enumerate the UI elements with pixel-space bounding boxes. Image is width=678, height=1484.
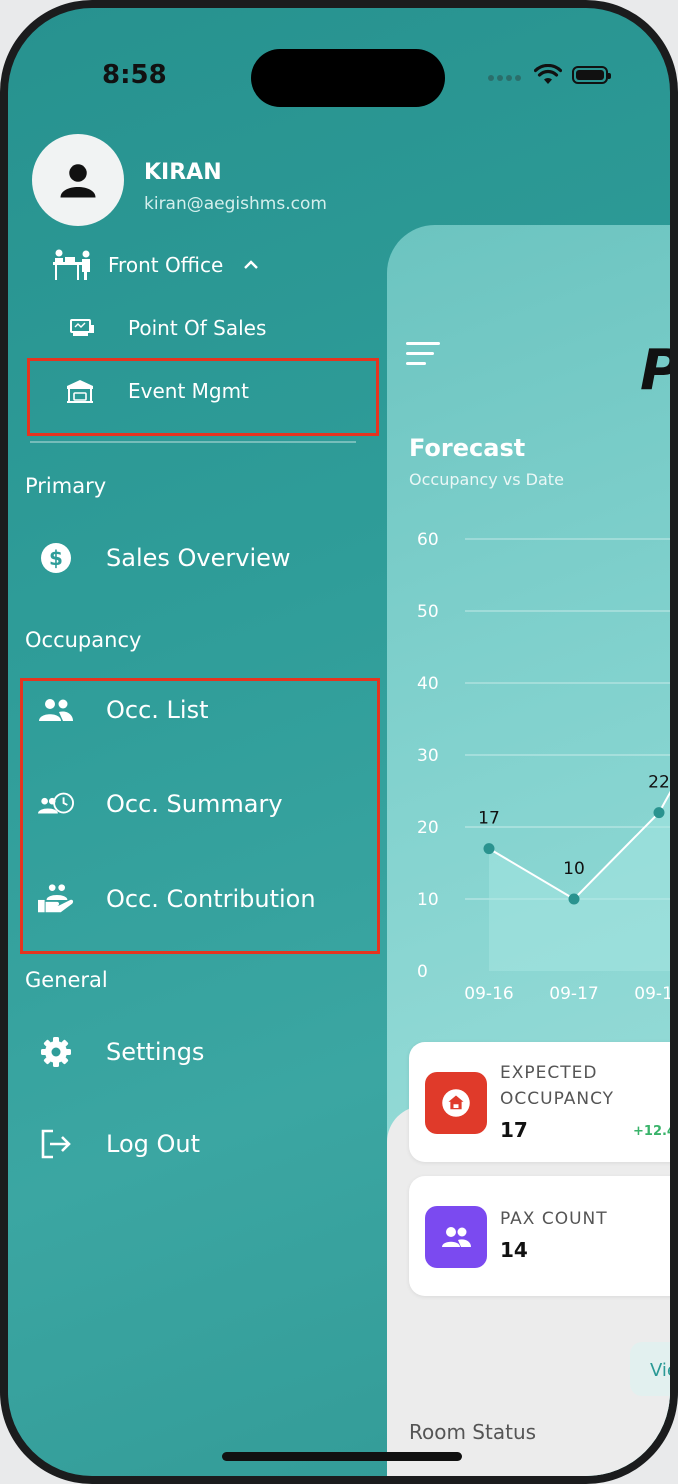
hamburger-menu-icon[interactable] (406, 342, 440, 368)
divider (30, 441, 356, 443)
data-label: 17 (478, 809, 500, 829)
user-name: KIRAN (144, 160, 222, 185)
screen: P Forecast Occupancy vs Date 0 10 20 30 40 50… (8, 8, 670, 1476)
gear-icon (39, 1036, 73, 1068)
y-tick-label: 50 (417, 602, 439, 622)
y-tick-label: 10 (417, 890, 439, 910)
data-point (483, 843, 495, 855)
wifi-icon (534, 64, 562, 84)
y-tick-label: 40 (417, 674, 439, 694)
dynamic-island (251, 49, 445, 107)
section-primary: Primary (25, 474, 107, 498)
x-tick-label: 09-17 (549, 984, 598, 1004)
menu-point-of-sales[interactable]: Point Of Sales (68, 316, 266, 340)
status-icons (488, 64, 611, 86)
view-button[interactable]: Vie (630, 1342, 670, 1396)
home-icon (425, 1072, 487, 1134)
section-general: General (25, 968, 108, 992)
highlight-box-occupancy (20, 678, 380, 954)
card-label: PAX COUNT (500, 1209, 608, 1229)
battery-icon (572, 66, 611, 84)
phone-frame: P Forecast Occupancy vs Date 0 10 20 30 40 50… (0, 0, 678, 1484)
log-out-label: Log Out (106, 1130, 201, 1158)
data-point (568, 893, 580, 905)
x-tick-label: 09-16 (464, 984, 513, 1004)
front-office-label: Front Office (108, 253, 224, 277)
sales-overview-label: Sales Overview (106, 544, 291, 572)
card-value: 14 (500, 1238, 528, 1262)
card-delta: +12.4 (633, 1124, 670, 1139)
menu-settings[interactable]: Settings (39, 1036, 204, 1068)
logout-icon (39, 1128, 73, 1160)
y-tick-label: 60 (417, 530, 439, 550)
data-label: 10 (563, 859, 585, 879)
pos-terminal-icon (68, 317, 96, 339)
forecast-subtitle: Occupancy vs Date (409, 470, 564, 489)
forecast-chart: 0 10 20 30 40 50 60 17 09-16 10 09-17 22 09-18 (417, 530, 670, 1004)
card-label: EXPECTED (500, 1063, 598, 1083)
front-desk-icon (48, 248, 96, 282)
brand-logo: P (640, 338, 670, 403)
forecast-title: Forecast (409, 434, 526, 462)
dollar-icon: $ (39, 542, 73, 574)
point-of-sales-label: Point Of Sales (128, 316, 267, 340)
home-indicator (222, 1452, 462, 1461)
card-value: 17 (500, 1118, 528, 1142)
menu-sales-overview[interactable]: $ Sales Overview (39, 542, 291, 574)
status-time: 8:58 (102, 60, 167, 90)
highlight-box-event-mgmt (27, 358, 379, 436)
user-email: kiran@aegishms.com (144, 194, 327, 214)
y-tick-label: 20 (417, 818, 439, 838)
data-label: 22 (648, 773, 670, 793)
svg-text:$: $ (49, 546, 63, 570)
series-area (489, 792, 670, 971)
x-tick-label: 09-18 (634, 984, 670, 1004)
user-icon (60, 164, 96, 198)
menu-log-out[interactable]: Log Out (39, 1128, 200, 1160)
y-tick-label: 0 (417, 962, 428, 982)
menu-front-office[interactable]: Front Office (48, 248, 259, 282)
expected-occupancy-card[interactable]: EXPECTED OCCUPANCY 17 +12.4 (409, 1042, 670, 1162)
section-occupancy: Occupancy (25, 628, 142, 652)
chevron-up-icon[interactable] (243, 256, 259, 275)
settings-label: Settings (106, 1038, 205, 1066)
signal-icon (488, 66, 524, 85)
avatar[interactable] (32, 134, 124, 226)
people-icon (425, 1206, 487, 1268)
data-point (653, 807, 665, 819)
card-label: OCCUPANCY (500, 1089, 615, 1109)
pax-count-card[interactable]: PAX COUNT 14 (409, 1176, 670, 1296)
y-tick-label: 30 (417, 746, 439, 766)
room-status-heading: Room Status (409, 1420, 537, 1444)
